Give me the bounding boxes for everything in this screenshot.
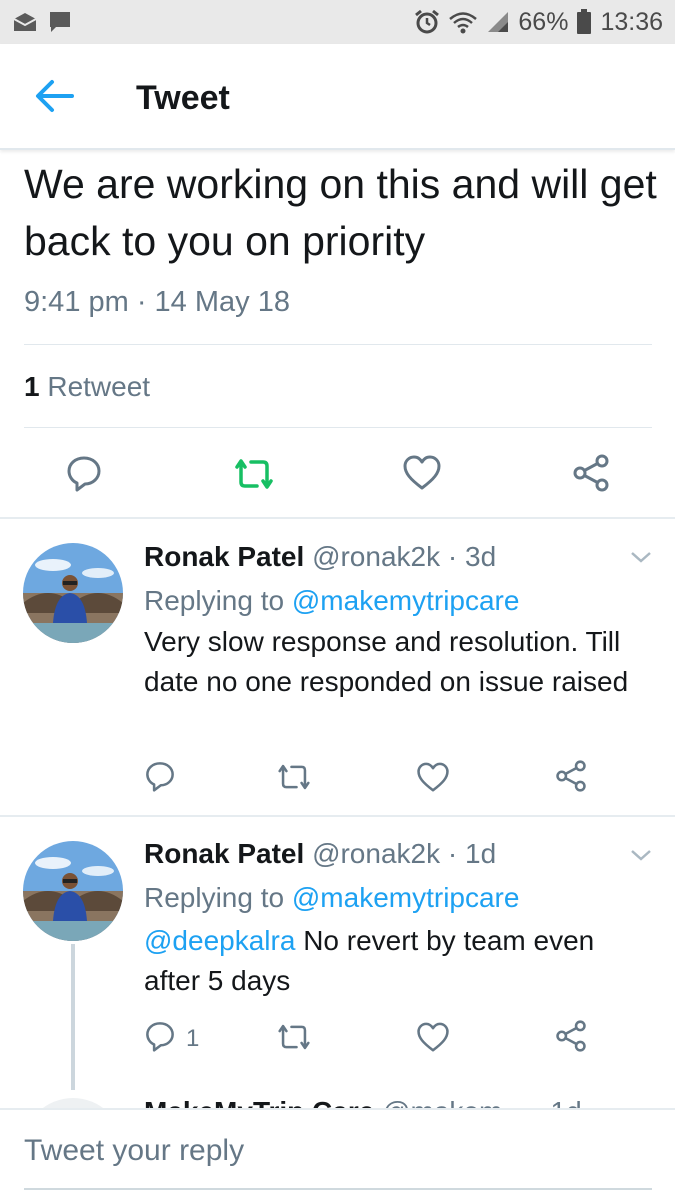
retweet-label: Retweet — [47, 371, 151, 402]
author-name[interactable]: Ronak Patel — [144, 838, 304, 869]
battery-icon — [576, 9, 592, 35]
divider — [0, 517, 675, 519]
like-button[interactable] — [416, 1022, 450, 1058]
retweet-icon — [274, 1021, 314, 1058]
author-handle[interactable]: @ronak2k — [312, 838, 440, 869]
more-options-button[interactable] — [630, 848, 652, 867]
retweet-button[interactable] — [274, 761, 314, 798]
retweet-button[interactable] — [231, 455, 277, 498]
reply-age: · 1d — [447, 838, 497, 869]
reply-icon — [65, 454, 103, 497]
page-title: Tweet — [136, 79, 230, 117]
reply-header: Ronak Patel @ronak2k · 3d — [144, 540, 496, 574]
reply-icon — [144, 760, 176, 797]
avatar[interactable] — [23, 841, 123, 941]
reply-text-body: Very slow response and resolution. Till … — [144, 626, 629, 697]
retweet-icon — [274, 761, 314, 798]
thread-connector — [71, 944, 75, 1090]
retweet-icon — [231, 455, 277, 498]
share-button[interactable] — [555, 760, 587, 797]
tweet-timestamp: 9:41 pm · 14 May 18 — [24, 286, 290, 318]
share-icon — [572, 454, 610, 497]
chevron-down-icon — [630, 551, 652, 568]
reply-text: @deepkalra No revert by team even after … — [144, 921, 649, 1001]
alarm-icon — [414, 9, 440, 35]
like-button[interactable] — [416, 762, 450, 798]
share-icon — [555, 760, 587, 797]
mention-link[interactable]: @deepkalra — [144, 925, 295, 956]
divider — [0, 815, 675, 817]
reply-button[interactable] — [65, 454, 103, 497]
reply-input-underline — [24, 1188, 652, 1190]
retweet-count: 1 — [24, 371, 40, 402]
battery-percent: 66% — [518, 7, 569, 36]
chevron-down-icon — [630, 849, 652, 866]
like-icon — [402, 455, 442, 496]
like-icon — [416, 762, 450, 798]
mail-icon — [12, 12, 38, 32]
share-button[interactable] — [572, 454, 610, 497]
system-icons: 66% 13:36 — [414, 0, 663, 44]
replying-to: Replying to @makemytripcare — [144, 881, 519, 915]
notification-icons — [12, 0, 72, 44]
divider — [24, 427, 652, 428]
wifi-icon — [448, 10, 478, 34]
back-arrow-icon — [34, 79, 74, 118]
signal-icon — [486, 10, 510, 34]
reply-button[interactable] — [144, 760, 176, 797]
clock: 13:36 — [600, 7, 663, 36]
reply-age: · 3d — [447, 541, 497, 572]
reply-input[interactable]: Tweet your reply — [24, 1134, 244, 1168]
divider — [24, 344, 652, 345]
tweet-text: We are working on this and will get back… — [24, 161, 657, 264]
share-button[interactable] — [555, 1020, 587, 1057]
replying-to-handle[interactable]: @makemytripcare — [292, 585, 520, 616]
reply-button[interactable]: 1 — [144, 1020, 199, 1057]
retweet-button[interactable] — [274, 1021, 314, 1058]
back-button[interactable] — [34, 78, 80, 118]
message-icon — [48, 10, 72, 34]
replying-to-label: Replying to — [144, 882, 285, 913]
author-handle[interactable]: @ronak2k — [312, 541, 440, 572]
replying-to-handle[interactable]: @makemytripcare — [292, 882, 520, 913]
reply-icon — [144, 1020, 176, 1057]
retweet-stats[interactable]: 1 Retweet — [24, 370, 150, 404]
like-icon — [416, 1022, 450, 1058]
author-name[interactable]: Ronak Patel — [144, 541, 304, 572]
top-app-bar: Tweet — [0, 44, 675, 150]
avatar[interactable] — [23, 543, 123, 643]
reply-header: Ronak Patel @ronak2k · 1d — [144, 837, 496, 871]
reply-count: 1 — [186, 1024, 200, 1052]
status-bar: 66% 13:36 — [0, 0, 675, 44]
like-button[interactable] — [402, 455, 442, 496]
replying-to: Replying to @makemytripcare — [144, 584, 519, 618]
replying-to-label: Replying to — [144, 585, 285, 616]
reply-text: Very slow response and resolution. Till … — [144, 622, 649, 702]
share-icon — [555, 1020, 587, 1057]
more-options-button[interactable] — [630, 550, 652, 569]
